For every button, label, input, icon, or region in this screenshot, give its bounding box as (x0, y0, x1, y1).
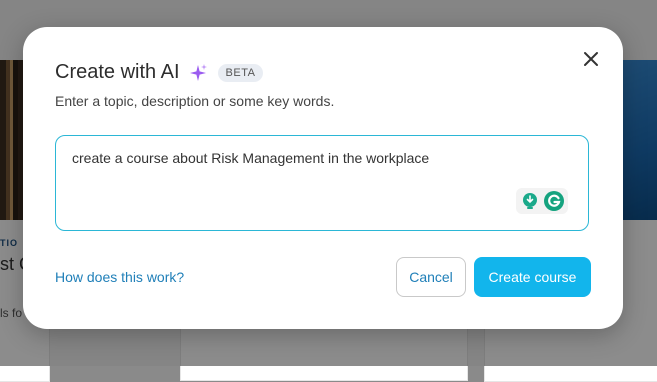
close-button[interactable] (579, 49, 603, 73)
sparkle-icon (188, 63, 208, 83)
grammarly-icon[interactable] (543, 190, 565, 212)
dialog-subtitle: Enter a topic, description or some key w… (55, 93, 335, 109)
create-course-button[interactable]: Create course (474, 257, 591, 297)
lightbulb-icon[interactable] (519, 190, 541, 212)
input-tools (516, 188, 568, 214)
create-with-ai-dialog: Create with AI BETA Enter a topic, descr… (23, 27, 623, 329)
dialog-header: Create with AI BETA (55, 61, 264, 84)
how-does-this-work-link[interactable]: How does this work? (55, 269, 184, 285)
beta-badge: BETA (217, 63, 264, 82)
topic-input[interactable]: create a course about Risk Management in… (55, 135, 589, 231)
cancel-button[interactable]: Cancel (396, 257, 466, 297)
close-icon (583, 51, 599, 72)
dialog-title: Create with AI (55, 61, 180, 83)
topic-input-value: create a course about Risk Management in… (72, 150, 430, 166)
